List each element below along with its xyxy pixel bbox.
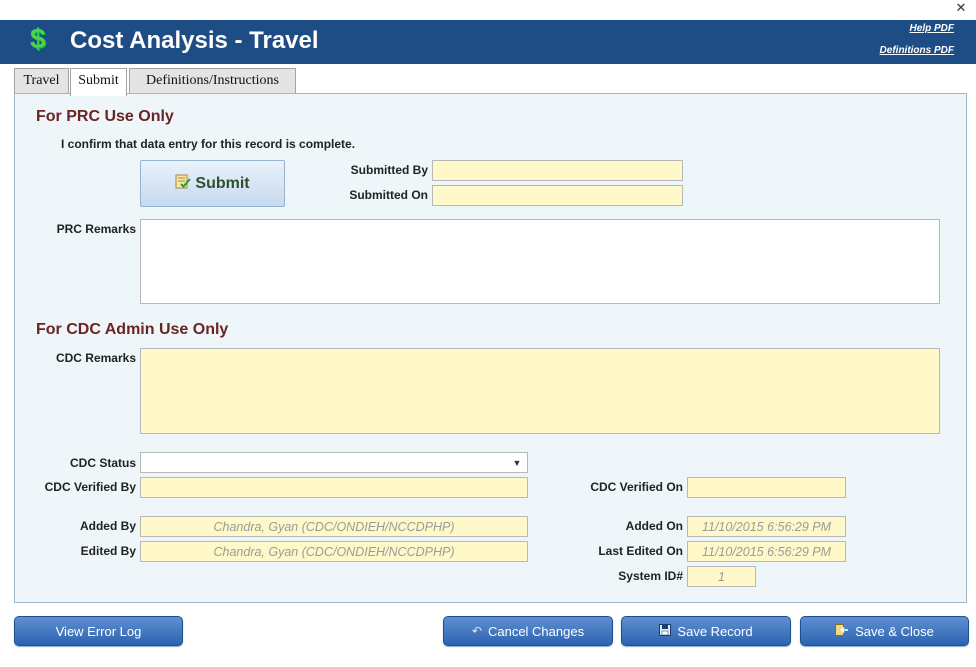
system-id-label: System ID#	[618, 569, 683, 583]
tab-submit[interactable]: Submit	[70, 68, 127, 96]
prc-section-heading: For PRC Use Only	[36, 108, 174, 125]
form-window: ✕ $ Cost Analysis - Travel Help PDF Defi…	[0, 0, 976, 667]
cdc-verified-on-field[interactable]	[687, 477, 846, 498]
view-error-log-label: View Error Log	[55, 623, 142, 639]
submit-check-icon	[175, 173, 192, 194]
prc-remarks-value	[141, 220, 939, 303]
help-pdf-link[interactable]: Help PDF	[910, 23, 954, 34]
cancel-changes-button[interactable]: ↶ Cancel Changes	[443, 616, 613, 646]
added-by-label: Added By	[79, 519, 136, 533]
submitted-by-value	[433, 161, 682, 180]
tab-definitions-instructions[interactable]: Definitions/Instructions	[129, 68, 296, 94]
cdc-verified-by-value	[141, 478, 527, 497]
submit-button-label: Submit	[195, 174, 250, 192]
cdc-verified-on-value	[688, 478, 845, 497]
save-close-label: Save & Close	[855, 623, 934, 639]
prc-remarks-field[interactable]	[140, 219, 940, 304]
last-edited-on-label: Last Edited On	[598, 544, 683, 558]
added-on-value: 11/10/2015 6:56:29 PM	[701, 520, 832, 534]
confirm-text: I confirm that data entry for this recor…	[61, 137, 356, 151]
dollar-icon: $	[30, 23, 46, 54]
cancel-changes-label: Cancel Changes	[487, 623, 585, 639]
cdc-verified-on-label: CDC Verified On	[590, 480, 683, 494]
undo-icon: ↶	[471, 624, 482, 638]
save-record-label: Save Record	[677, 623, 753, 639]
edited-by-field: Chandra, Gyan (CDC/ONDIEH/NCCDPHP)	[140, 541, 528, 562]
added-on-field: 11/10/2015 6:56:29 PM	[687, 516, 846, 537]
last-edited-on-value: 11/10/2015 6:56:29 PM	[701, 545, 832, 559]
view-error-log-button[interactable]: View Error Log	[14, 616, 183, 646]
system-id-field: 1	[687, 566, 756, 587]
cdc-remarks-field[interactable]	[140, 348, 940, 434]
edited-by-label: Edited By	[80, 544, 136, 558]
cdc-status-value	[141, 453, 527, 472]
page-title: Cost Analysis - Travel	[70, 27, 319, 54]
save-exit-icon	[835, 623, 849, 639]
save-record-button[interactable]: Save Record	[621, 616, 791, 646]
cdc-section-heading: For CDC Admin Use Only	[36, 321, 229, 338]
prc-remarks-label: PRC Remarks	[56, 222, 136, 236]
cdc-remarks-value	[141, 349, 939, 433]
submit-button[interactable]: Submit	[140, 160, 285, 207]
added-by-value: Chandra, Gyan (CDC/ONDIEH/NCCDPHP)	[213, 520, 455, 534]
cdc-remarks-label: CDC Remarks	[55, 351, 136, 365]
close-icon[interactable]: ✕	[954, 1, 968, 17]
added-by-field: Chandra, Gyan (CDC/ONDIEH/NCCDPHP)	[140, 516, 528, 537]
cdc-verified-by-field[interactable]	[140, 477, 528, 498]
submitted-by-field[interactable]	[432, 160, 683, 181]
cdc-status-select[interactable]: ▼	[140, 452, 528, 473]
definitions-pdf-link[interactable]: Definitions PDF	[880, 45, 954, 56]
save-close-button[interactable]: Save & Close	[800, 616, 969, 646]
submitted-on-field[interactable]	[432, 185, 683, 206]
submitted-on-label: Submitted On	[349, 188, 428, 202]
submitted-by-label: Submitted By	[350, 163, 428, 177]
added-on-label: Added On	[625, 519, 683, 533]
edited-by-value: Chandra, Gyan (CDC/ONDIEH/NCCDPHP)	[213, 545, 455, 559]
system-id-value: 1	[718, 570, 725, 584]
last-edited-on-field: 11/10/2015 6:56:29 PM	[687, 541, 846, 562]
chevron-down-icon[interactable]: ▼	[507, 453, 527, 472]
tab-travel[interactable]: Travel	[14, 68, 69, 94]
submitted-on-value	[433, 186, 682, 205]
cdc-verified-by-label: CDC Verified By	[44, 480, 136, 494]
floppy-disk-icon	[659, 623, 672, 639]
cdc-status-label: CDC Status	[69, 456, 136, 470]
header-bar: $ Cost Analysis - Travel Help PDF Defini…	[0, 20, 976, 64]
